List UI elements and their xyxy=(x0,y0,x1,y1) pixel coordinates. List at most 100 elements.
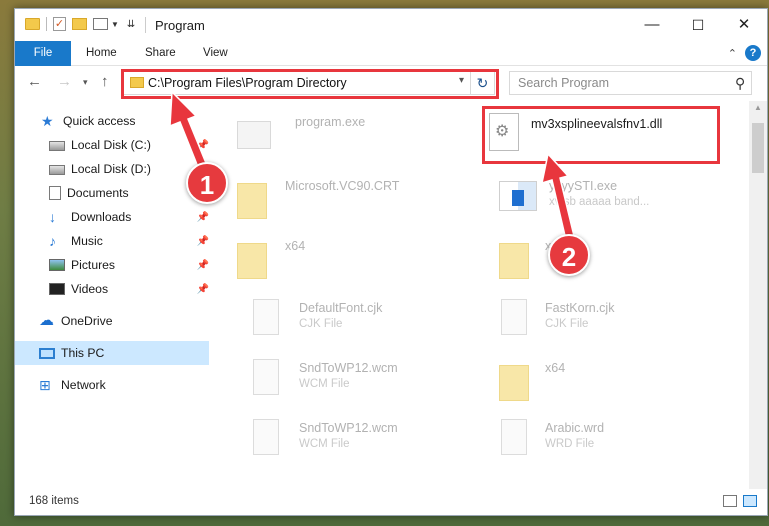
sidebar-item-quick-access[interactable]: ★ Quick access xyxy=(15,109,211,133)
scroll-up-icon[interactable]: ▲ xyxy=(754,103,762,112)
file-page-icon xyxy=(253,419,279,455)
sidebar-item-label: Music xyxy=(71,234,103,248)
address-path[interactable]: C:\Program Files\Program Directory xyxy=(148,76,347,90)
file-item[interactable]: SndToWP12.wcm WCM File xyxy=(213,353,463,405)
sidebar-item-videos[interactable]: Videos 📌 xyxy=(15,277,211,301)
pin-icon: 📌 xyxy=(196,283,209,295)
file-name: x64 xyxy=(285,239,306,253)
step-marker-2: 2 xyxy=(548,234,590,276)
download-icon: ↓ xyxy=(49,209,56,225)
program-exe-icon xyxy=(237,121,271,149)
file-description: xv sb aaaaa band... xyxy=(549,196,650,208)
tab-home[interactable]: Home xyxy=(86,41,117,66)
item-count: 168 items xyxy=(29,495,79,507)
scrollbar-thumb[interactable] xyxy=(752,123,764,173)
pin-icon: 📌 xyxy=(196,259,209,271)
pin-icon: 📌 xyxy=(196,211,209,223)
properties-icon[interactable] xyxy=(93,18,108,30)
dll-file-icon: ⚙ xyxy=(489,113,519,151)
file-item[interactable]: DefaultFont.cjk CJK File xyxy=(213,293,463,345)
search-box[interactable]: Search Program ⚲ xyxy=(509,71,752,95)
customize-toolbar-icon[interactable]: ⇊ xyxy=(127,19,135,30)
file-name: ykyySTI.exe xyxy=(549,179,618,193)
chevron-down-icon[interactable]: ▼ xyxy=(111,20,119,29)
sidebar-item-local-disk-c[interactable]: Local Disk (C:) 📌 xyxy=(15,133,211,157)
sidebar-item-downloads[interactable]: ↓ Downloads 📌 xyxy=(15,205,211,229)
file-item[interactable]: program.exe xyxy=(213,107,463,159)
file-name: program.exe xyxy=(295,115,366,129)
file-name: FastKorn.cjk xyxy=(545,301,615,315)
sidebar-item-documents[interactable]: Documents xyxy=(15,181,211,205)
file-description: CJK File xyxy=(545,318,589,330)
title-bar: ✓ ▼ ⇊ Program — ☐ ✕ xyxy=(15,9,767,41)
file-page-icon xyxy=(253,359,279,395)
toolbar-separator xyxy=(46,17,47,31)
sidebar-item-network[interactable]: ⊞ Network xyxy=(15,373,211,397)
minimize-button[interactable]: — xyxy=(629,9,675,41)
pin-icon: 📌 xyxy=(196,235,209,247)
status-bar: 168 items xyxy=(15,489,767,515)
tab-view[interactable]: View xyxy=(203,41,228,66)
details-view-icon[interactable] xyxy=(723,495,737,507)
file-list: program.exe ⚙ mv3xsplineevalsfnv1.dll Mi… xyxy=(211,101,749,489)
file-description: CJK File xyxy=(299,318,343,330)
sidebar-item-onedrive[interactable]: ☁ OneDrive xyxy=(15,309,211,333)
title-separator xyxy=(145,17,146,33)
file-name: SndToWP12.wcm xyxy=(299,421,398,435)
sidebar-item-local-disk-d[interactable]: Local Disk (D:) xyxy=(15,157,211,181)
tab-share[interactable]: Share xyxy=(145,41,176,66)
sidebar-item-label: Network xyxy=(61,378,106,392)
quick-access-toolbar: ✓ ▼ ⇊ xyxy=(25,17,135,31)
sidebar-item-label: Local Disk (D:) xyxy=(71,162,151,176)
navigation-pane: ★ Quick access Local Disk (C:) 📌 Local D… xyxy=(15,101,211,489)
disk-icon xyxy=(49,165,65,175)
disk-icon xyxy=(49,141,65,151)
file-item[interactable]: Arabic.wrd WRD File xyxy=(475,413,725,465)
file-item[interactable]: Microsoft.VC90.CRT xyxy=(213,171,463,223)
file-item[interactable]: x64 xyxy=(475,231,725,283)
file-name: SndToWP12.wcm xyxy=(299,361,398,375)
file-item-selected[interactable]: ⚙ mv3xsplineevalsfnv1.dll xyxy=(483,107,733,159)
recent-locations-button[interactable]: ▾ xyxy=(83,77,88,88)
collapse-ribbon-icon[interactable]: ⌃ xyxy=(728,47,737,60)
file-item[interactable]: SndToWP12.wcm WCM File xyxy=(213,413,463,465)
sidebar-item-pictures[interactable]: Pictures 📌 xyxy=(15,253,211,277)
app-window-icon xyxy=(512,190,524,206)
properties-check-icon[interactable]: ✓ xyxy=(53,17,66,31)
file-name: Microsoft.VC90.CRT xyxy=(285,179,400,193)
sidebar-item-label: Quick access xyxy=(63,114,136,128)
file-description: WCM File xyxy=(299,378,350,390)
chevron-down-icon[interactable]: ▾ xyxy=(459,75,464,86)
new-folder-icon[interactable] xyxy=(72,18,87,30)
sidebar-item-label: Documents xyxy=(67,186,129,200)
file-item[interactable]: ykyySTI.exe xv sb aaaaa band... xyxy=(475,171,725,223)
search-placeholder[interactable]: Search Program xyxy=(518,76,609,90)
file-description: WRD File xyxy=(545,438,595,450)
folder-icon xyxy=(237,243,267,279)
sidebar-item-this-pc[interactable]: This PC xyxy=(15,341,209,365)
sidebar-item-music[interactable]: ♪ Music 📌 xyxy=(15,229,211,253)
file-item[interactable]: FastKorn.cjk CJK File xyxy=(475,293,725,345)
back-button[interactable]: ← xyxy=(27,73,42,90)
close-button[interactable]: ✕ xyxy=(721,9,767,41)
navigation-bar: ← → ▾ ↑ C:\Program Files\Program Directo… xyxy=(15,67,767,99)
sidebar-item-label: Pictures xyxy=(71,258,116,272)
maximize-button[interactable]: ☐ xyxy=(675,9,721,41)
network-icon: ⊞ xyxy=(39,377,51,393)
sidebar-item-label: This PC xyxy=(61,346,105,360)
forward-button[interactable]: → xyxy=(57,73,72,90)
file-item[interactable]: x64 xyxy=(213,231,463,283)
up-button[interactable]: ↑ xyxy=(101,73,109,90)
vertical-scrollbar[interactable]: ▲ xyxy=(749,101,767,489)
tab-file[interactable]: File xyxy=(15,41,71,66)
file-item[interactable]: x64 xyxy=(475,353,725,405)
sidebar-item-label: Downloads xyxy=(71,210,132,224)
address-bar[interactable]: C:\Program Files\Program Directory ▾ ↻ xyxy=(123,71,495,95)
documents-icon xyxy=(49,186,61,200)
view-switcher xyxy=(723,495,757,507)
large-icons-view-icon[interactable] xyxy=(743,495,757,507)
refresh-button[interactable]: ↻ xyxy=(470,72,494,94)
folder-icon xyxy=(499,243,529,279)
search-icon[interactable]: ⚲ xyxy=(735,75,745,92)
help-icon[interactable]: ? xyxy=(745,45,761,61)
